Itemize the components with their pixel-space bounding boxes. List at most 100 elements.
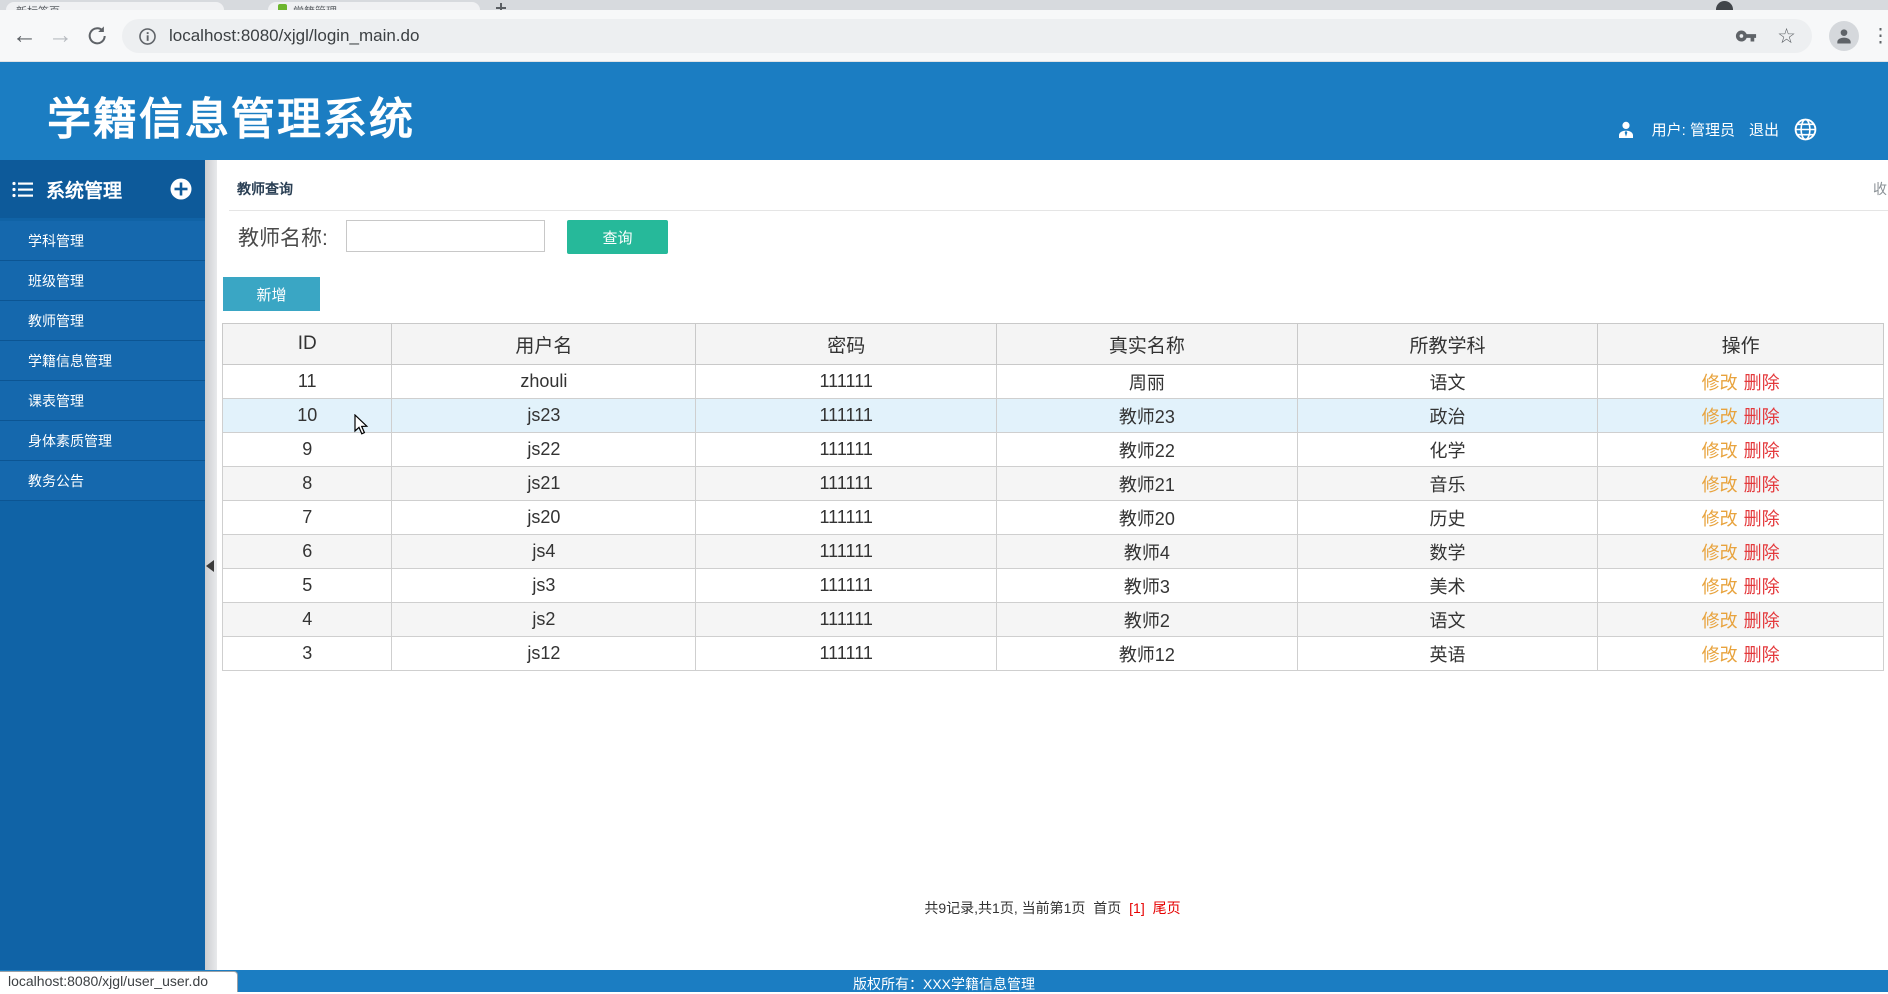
cell-id: 5 — [223, 569, 392, 603]
person-icon — [1834, 26, 1854, 46]
url-bar[interactable]: localhost:8080/xjgl/login_main.do ☆ — [122, 19, 1812, 53]
logout-link[interactable]: 退出 — [1749, 119, 1779, 140]
cell-username: js12 — [392, 637, 696, 671]
user-label: 用户: 管理员 — [1652, 119, 1735, 140]
delete-link[interactable]: 删除 — [1744, 577, 1780, 597]
cell-subject: 数学 — [1297, 535, 1598, 569]
cell-id: 3 — [223, 637, 392, 671]
cell-id: 4 — [223, 603, 392, 637]
delete-link[interactable]: 删除 — [1744, 475, 1780, 495]
current-page-link[interactable]: [1] — [1129, 900, 1145, 916]
back-button[interactable]: ← — [12, 21, 37, 49]
cell-password: 111111 — [696, 365, 997, 399]
first-page-link[interactable]: 首页 — [1093, 900, 1121, 916]
url-text: localhost:8080/xjgl/login_main.do — [169, 26, 419, 46]
plus-circle-icon[interactable] — [169, 177, 193, 201]
delete-link[interactable]: 删除 — [1744, 441, 1780, 461]
pagination-summary: 共9记录,共1页, 当前第1页 — [924, 900, 1085, 916]
edit-link[interactable]: 修改 — [1702, 475, 1738, 495]
edit-link[interactable]: 修改 — [1702, 543, 1738, 563]
reload-icon — [86, 25, 108, 47]
sidebar-item-teacher[interactable]: 教师管理 — [0, 301, 205, 341]
delete-link[interactable]: 删除 — [1744, 645, 1780, 665]
col-actions: 操作 — [1598, 324, 1884, 365]
sidebar-item-subject[interactable]: 学科管理 — [0, 221, 205, 261]
cell-username: js2 — [392, 603, 696, 637]
password-key-icon[interactable] — [1735, 25, 1757, 47]
browser-menu-icon[interactable]: ⋮ — [1871, 25, 1888, 48]
sidebar-item-timetable[interactable]: 课表管理 — [0, 381, 205, 421]
sidebar-collapse-strip[interactable] — [205, 160, 217, 970]
edit-link[interactable]: 修改 — [1702, 509, 1738, 529]
cell-password: 111111 — [696, 637, 997, 671]
search-input[interactable] — [346, 220, 545, 252]
cell-actions: 修改删除 — [1598, 501, 1884, 535]
table-row: 10 js23 111111 教师23 政治 修改删除 — [223, 399, 1884, 433]
table-row: 8 js21 111111 教师21 音乐 修改删除 — [223, 467, 1884, 501]
cell-username: js4 — [392, 535, 696, 569]
edit-link[interactable]: 修改 — [1702, 407, 1738, 427]
edit-link[interactable]: 修改 — [1702, 441, 1738, 461]
search-label: 教师名称: — [238, 222, 328, 252]
cell-realname: 教师12 — [997, 637, 1298, 671]
col-realname: 真实名称 — [997, 324, 1298, 365]
delete-link[interactable]: 删除 — [1744, 407, 1780, 427]
last-page-link[interactable]: 尾页 — [1153, 900, 1181, 916]
forward-button[interactable]: → — [48, 21, 73, 49]
cell-realname: 教师23 — [997, 399, 1298, 433]
app-title: 学籍信息管理系统 — [47, 83, 415, 147]
cell-username: js23 — [392, 399, 696, 433]
divider — [229, 210, 1888, 211]
collapse-arrow-icon[interactable] — [206, 560, 214, 572]
cell-username: js21 — [392, 467, 696, 501]
edit-link[interactable]: 修改 — [1702, 577, 1738, 597]
menu-list-icon[interactable] — [12, 181, 34, 198]
edit-link[interactable]: 修改 — [1702, 373, 1738, 393]
delete-link[interactable]: 删除 — [1744, 509, 1780, 529]
sidebar-item-class[interactable]: 班级管理 — [0, 261, 205, 301]
cell-username: js22 — [392, 433, 696, 467]
cell-id: 9 — [223, 433, 392, 467]
sidebar: 系统管理 学科管理 班级管理 教师管理 学籍信息管理 课表管理 身体素质管理 教… — [0, 160, 205, 970]
cell-actions: 修改删除 — [1598, 569, 1884, 603]
panel-collapse-link[interactable]: 收 — [1873, 179, 1887, 199]
cell-password: 111111 — [696, 501, 997, 535]
cell-subject: 历史 — [1297, 501, 1598, 535]
user-icon — [1614, 118, 1638, 142]
cell-subject: 语文 — [1297, 365, 1598, 399]
cell-subject: 政治 — [1297, 399, 1598, 433]
browser-tab-newtab[interactable]: 新标签页 — [6, 2, 224, 10]
edit-link[interactable]: 修改 — [1702, 645, 1738, 665]
browser-profile-avatar[interactable] — [1829, 21, 1859, 51]
cell-password: 111111 — [696, 603, 997, 637]
reload-button[interactable] — [86, 25, 108, 47]
sidebar-item-student-record[interactable]: 学籍信息管理 — [0, 341, 205, 381]
globe-icon[interactable] — [1793, 117, 1818, 142]
cell-realname: 教师21 — [997, 467, 1298, 501]
delete-link[interactable]: 删除 — [1744, 373, 1780, 393]
cell-actions: 修改删除 — [1598, 399, 1884, 433]
add-button[interactable]: 新增 — [223, 277, 320, 311]
delete-link[interactable]: 删除 — [1744, 611, 1780, 631]
sidebar-item-physical[interactable]: 身体素质管理 — [0, 421, 205, 461]
cell-password: 111111 — [696, 569, 997, 603]
edit-link[interactable]: 修改 — [1702, 611, 1738, 631]
col-id: ID — [223, 324, 392, 365]
new-tab-button[interactable] — [494, 1, 508, 10]
cell-password: 111111 — [696, 433, 997, 467]
browser-tab-app[interactable]: 学籍管理 — [268, 2, 480, 10]
sidebar-item-notice[interactable]: 教务公告 — [0, 461, 205, 501]
table-row: 11 zhouli 111111 周丽 语文 修改删除 — [223, 365, 1884, 399]
sidebar-title: 系统管理 — [46, 176, 122, 203]
table-row: 6 js4 111111 教师4 数学 修改删除 — [223, 535, 1884, 569]
query-button[interactable]: 查询 — [567, 220, 668, 254]
cell-id: 8 — [223, 467, 392, 501]
table-row: 3 js12 111111 教师12 英语 修改删除 — [223, 637, 1884, 671]
cell-actions: 修改删除 — [1598, 433, 1884, 467]
bookmark-star-icon[interactable]: ☆ — [1777, 24, 1796, 49]
cell-id: 7 — [223, 501, 392, 535]
footer: 版权所有：XXX学籍信息管理 — [0, 970, 1888, 992]
cell-actions: 修改删除 — [1598, 637, 1884, 671]
cell-subject: 美术 — [1297, 569, 1598, 603]
delete-link[interactable]: 删除 — [1744, 543, 1780, 563]
